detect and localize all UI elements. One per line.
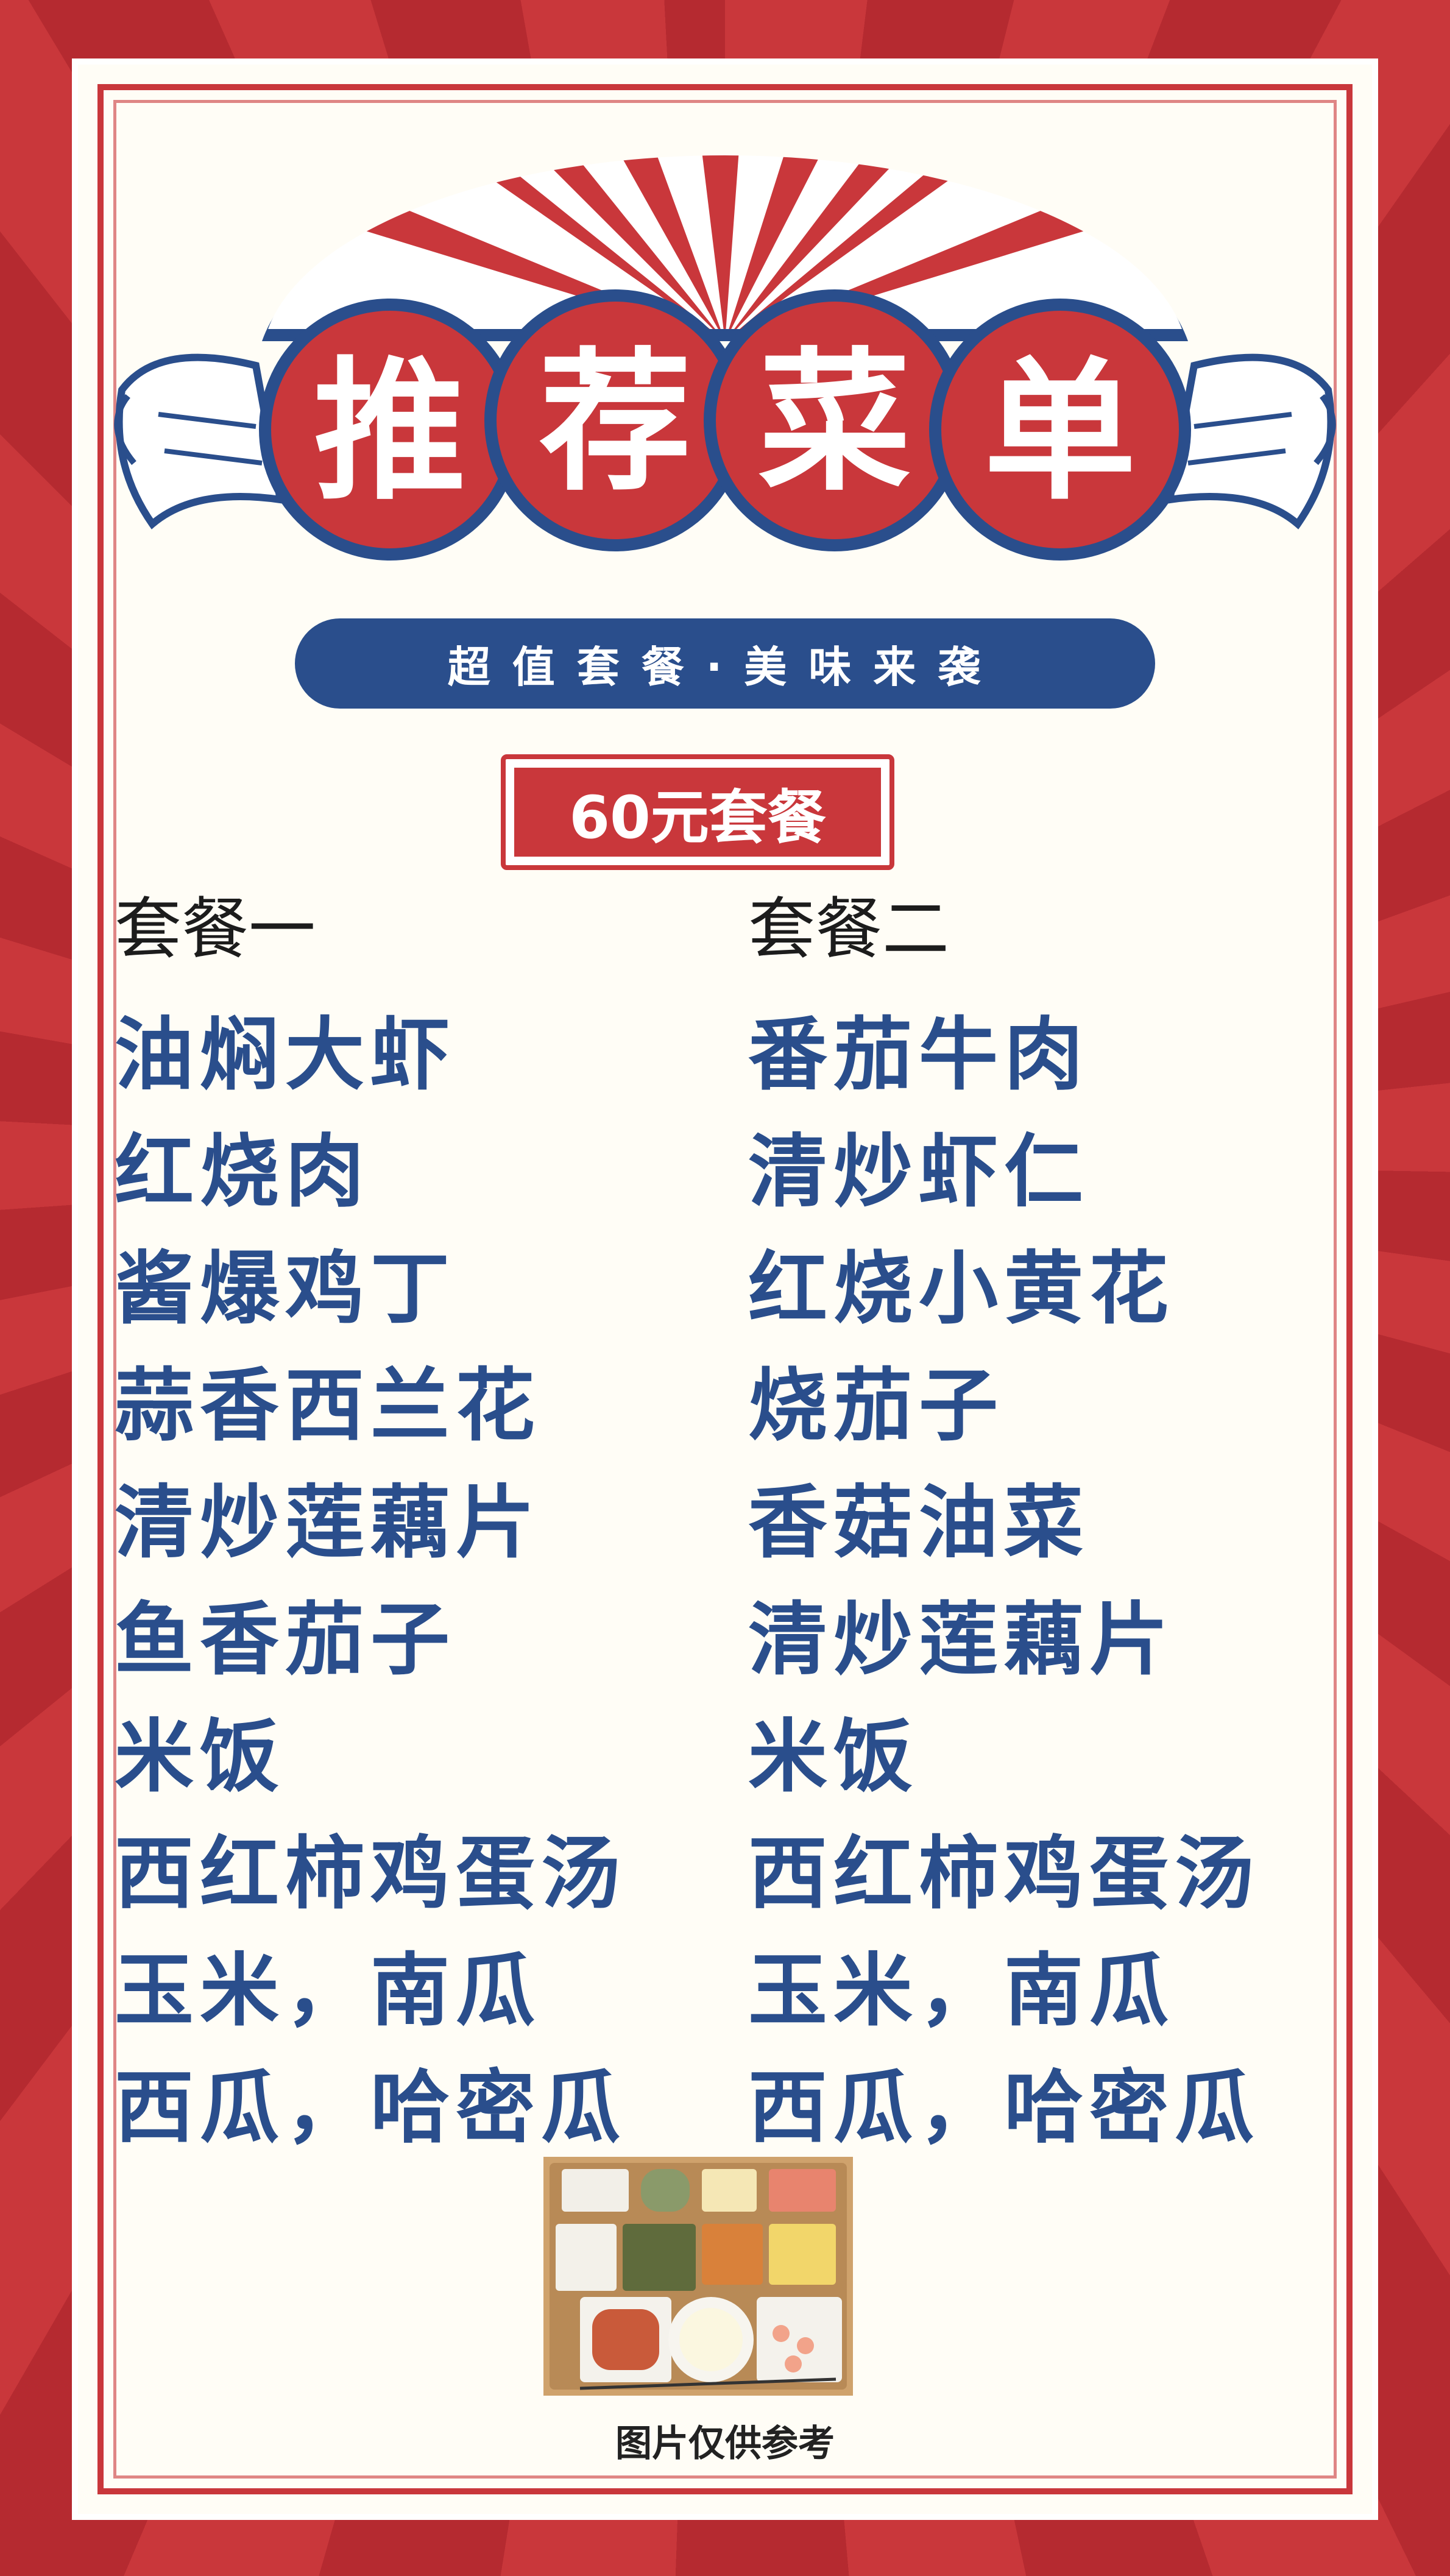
menu-heading: 套餐二 [748, 890, 949, 968]
dish-item: 酱爆鸡丁 [115, 1242, 456, 1335]
menu-column-1: 套餐一 油焖大虾 红烧肉 酱爆鸡丁 蒜香西兰花 清炒莲藕片 鱼香茄子 米饭 西红… [115, 886, 724, 2166]
title-char: 荐 [539, 332, 691, 511]
dish-item: 蒜香西兰花 [115, 1359, 542, 1452]
dish-item: 番茄牛肉 [748, 1008, 1090, 1101]
dish-item: 鱼香茄子 [115, 1593, 456, 1686]
title-char: 推 [314, 341, 466, 520]
title-banner: 推 荐 菜 单 [114, 155, 1336, 561]
dish-item: 油焖大虾 [115, 1008, 456, 1101]
dish-item: 香菇油菜 [748, 1476, 1090, 1569]
dish-item: 西瓜，哈密瓜 [115, 2061, 627, 2154]
title-char: 单 [984, 341, 1136, 520]
ribbon-right [1165, 353, 1336, 529]
menu-column-2: 套餐二 番茄牛肉 清炒虾仁 红烧小黄花 烧茄子 香菇油菜 清炒莲藕片 米饭 西红… [748, 886, 1357, 2166]
dish-item: 清炒莲藕片 [115, 1476, 542, 1569]
photo-caption: 图片仅供参考 [615, 2422, 835, 2465]
dish-item: 西红柿鸡蛋汤 [748, 1827, 1261, 1920]
food-photo [543, 2157, 853, 2396]
dish-item: 玉米，南瓜 [115, 1944, 542, 2037]
dish-item: 烧茄子 [748, 1359, 1005, 1452]
dish-item: 米饭 [115, 1710, 286, 1803]
title-char: 菜 [759, 332, 911, 511]
dish-item: 米饭 [748, 1710, 919, 1803]
subtitle-pill: 超值套餐·美味来袭 [295, 618, 1155, 709]
subtitle-text: 超值套餐·美味来袭 [447, 642, 1003, 692]
dish-item: 玉米，南瓜 [748, 1944, 1175, 2037]
price-tag-label: 60元套餐 [514, 768, 881, 857]
dish-item: 红烧小黄花 [748, 1242, 1175, 1335]
dish-item: 清炒莲藕片 [748, 1593, 1175, 1686]
dish-item: 西红柿鸡蛋汤 [115, 1827, 627, 1920]
menu-poster: 推 荐 菜 单 超值套餐·美味来袭 60元套餐 套餐一 油焖大虾 红烧肉 酱爆鸡… [0, 0, 1450, 2576]
dish-item: 红烧肉 [115, 1125, 371, 1218]
price-tag: 60元套餐 [501, 754, 894, 870]
dish-item: 西瓜，哈密瓜 [748, 2061, 1261, 2154]
ribbon-left [114, 353, 285, 529]
menu-heading: 套餐一 [115, 890, 316, 968]
dish-item: 清炒虾仁 [748, 1125, 1090, 1218]
